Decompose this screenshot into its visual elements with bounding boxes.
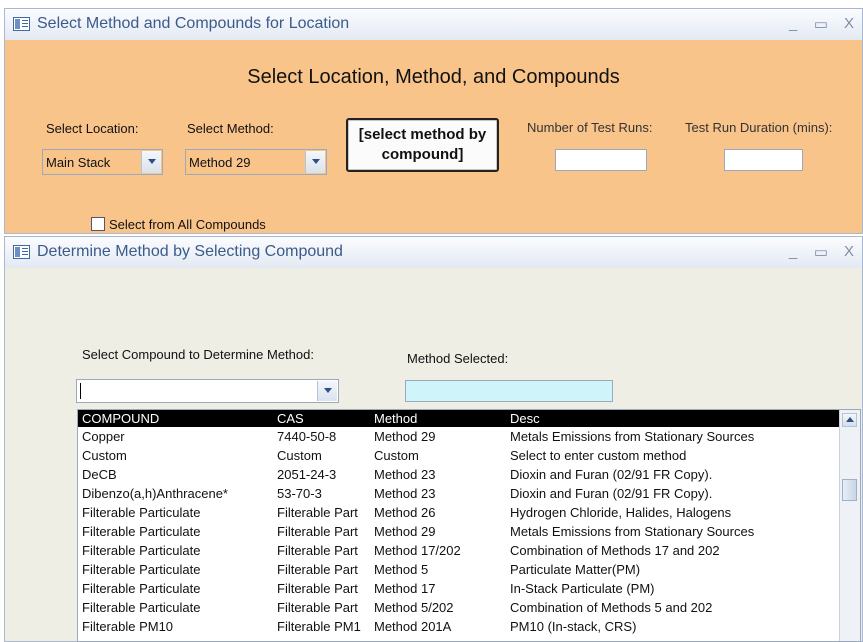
chevron-down-icon[interactable]	[141, 151, 161, 173]
list-cell: Dioxin and Furan (02/91 FR Copy).	[510, 467, 713, 482]
all-compounds-checkbox[interactable]	[91, 217, 105, 231]
select-method-label: Select Method:	[187, 121, 274, 136]
list-cell: Custom	[82, 448, 127, 463]
list-item[interactable]: Filterable Particulate Filterable Part Met…	[78, 599, 840, 616]
list-cell: Copper	[82, 429, 125, 444]
window-titlebar[interactable]: Determine Method by Selecting Compound _…	[5, 237, 862, 269]
list-cell: Filterable PM10	[82, 619, 174, 634]
form-icon	[13, 245, 30, 259]
location-select[interactable]: Main Stack	[42, 149, 163, 175]
method-select[interactable]: Method 29	[185, 149, 327, 175]
list-cell: Filterable Particulate	[82, 524, 201, 539]
list-cell: Method 23	[374, 467, 436, 482]
list-item[interactable]: Custom Custom Custom Select to enter custom…	[78, 447, 840, 464]
scroll-up-icon[interactable]	[842, 413, 857, 427]
list-cell: Hydrogen Chloride, Halides, Halogens	[510, 505, 732, 520]
window-titlebar[interactable]: Select Method and Compounds for Location…	[5, 9, 862, 41]
list-cell: Filterable PM1	[277, 619, 361, 634]
maximize-button[interactable]: ▭	[812, 15, 830, 33]
close-button[interactable]: X	[840, 15, 858, 32]
list-cell: Combination of Methods 17 and 202	[510, 543, 720, 558]
column-header: COMPOUND	[82, 411, 160, 426]
list-cell: Custom	[277, 448, 322, 463]
duration-input[interactable]	[724, 149, 803, 171]
list-cell: Metals Emissions from Stationary Sources	[510, 429, 755, 444]
list-cell: 53-70-3	[277, 486, 322, 501]
chevron-down-icon[interactable]	[305, 151, 325, 173]
duration-label: Test Run Duration (mins):	[685, 120, 833, 135]
list-cell: 2051-24-3	[277, 467, 337, 482]
list-cell: Filterable Part	[277, 581, 358, 596]
list-cell: Particulate Matter(PM)	[510, 562, 641, 577]
list-cell: Filterable Part	[277, 505, 358, 520]
list-cell: Method 201A	[374, 619, 452, 634]
list-cell: Method 5	[374, 562, 429, 577]
list-cell: Filterable Particulate	[82, 581, 201, 596]
list-item[interactable]: Filterable Particulate Filterable Part Met…	[78, 504, 840, 521]
list-item[interactable]: Filterable Particulate Filterable Part Met…	[78, 580, 840, 597]
list-cell: Filterable Particulate	[82, 562, 201, 577]
test-runs-label: Number of Test Runs:	[527, 120, 653, 135]
list-item[interactable]: DeCB 2051-24-3 Method 23 Dioxin and Furan …	[78, 466, 840, 483]
list-cell: Filterable Part	[277, 562, 358, 577]
select-method-by-compound-button[interactable]: [select method by compound]	[346, 118, 499, 172]
list-cell: Method 17/202	[374, 543, 461, 558]
list-cell: Filterable Particulate	[82, 505, 201, 520]
vertical-scrollbar[interactable]	[839, 410, 860, 641]
text-cursor	[80, 383, 81, 399]
list-cell: Metals Emissions from Stationary Sources	[510, 524, 755, 539]
list-cell: Combination of Methods 5 and 202	[510, 600, 713, 615]
window-title: Determine Method by Selecting Compound	[37, 243, 343, 260]
list-cell: Method 29	[374, 524, 436, 539]
list-cell: Method 5/202	[374, 600, 454, 615]
method-selected-field[interactable]	[405, 380, 613, 402]
list-cell: Custom	[374, 448, 419, 463]
select-location-label: Select Location:	[46, 121, 139, 136]
form-heading: Select Location, Method, and Compounds	[247, 66, 620, 88]
scroll-thumb[interactable]	[842, 479, 857, 501]
maximize-button[interactable]: ▭	[812, 243, 830, 261]
list-header: COMPOUND CAS Method Desc	[78, 410, 840, 427]
list-cell: Filterable Part	[277, 524, 358, 539]
list-cell: Method 17	[374, 581, 436, 596]
list-cell: Filterable Particulate	[82, 543, 201, 558]
select-compound-label: Select Compound to Determine Method:	[82, 347, 314, 362]
list-cell: Method 23	[374, 486, 436, 501]
list-cell: Filterable Particulate	[82, 600, 201, 615]
method-selected-label: Method Selected:	[407, 351, 509, 366]
method-value: Method 29	[189, 155, 251, 170]
minimize-button[interactable]: _	[784, 15, 802, 32]
list-item[interactable]: Filterable Particulate Filterable Part Met…	[78, 542, 840, 559]
test-runs-input[interactable]	[555, 149, 647, 171]
list-cell: Filterable Part	[277, 600, 358, 615]
list-item[interactable]: Filterable Particulate Filterable Part Met…	[78, 561, 840, 578]
window-title: Select Method and Compounds for Location	[37, 15, 350, 32]
compound-list[interactable]: COMPOUND CAS Method Desc Copper 7440-50-8…	[77, 409, 861, 642]
list-cell: Filterable Part	[277, 543, 358, 558]
list-cell: PM10 (In-stack, CRS)	[510, 619, 637, 634]
location-value: Main Stack	[46, 155, 111, 170]
minimize-button[interactable]: _	[784, 243, 802, 260]
column-header: CAS	[277, 411, 304, 426]
chevron-down-icon[interactable]	[317, 381, 337, 401]
list-item[interactable]: Filterable PM10 Filterable PM1 Method 201A…	[78, 618, 840, 635]
list-item[interactable]: Filterable Particulate Filterable Part Met…	[78, 523, 840, 540]
list-item[interactable]: Dibenzo(a,h)Anthracene* 53-70-3 Method 23 …	[78, 485, 840, 502]
close-button[interactable]: X	[840, 243, 858, 260]
all-compounds-label: Select from All Compounds	[109, 217, 266, 232]
column-header: Desc	[510, 411, 540, 426]
list-item[interactable]: Copper 7440-50-8 Method 29 Metals Emissions…	[78, 428, 840, 445]
list-cell: Select to enter custom method	[510, 448, 687, 463]
column-header: Method	[374, 411, 418, 426]
list-cell: Method 26	[374, 505, 436, 520]
location-method-window: Select Method and Compounds for Location…	[4, 8, 863, 234]
list-cell: Method 29	[374, 429, 436, 444]
form-icon	[13, 17, 30, 31]
list-cell: DeCB	[82, 467, 117, 482]
list-cell: 7440-50-8	[277, 429, 337, 444]
list-cell: Dibenzo(a,h)Anthracene*	[82, 486, 228, 501]
compound-combobox[interactable]	[76, 379, 339, 403]
list-cell: In-Stack Particulate (PM)	[510, 581, 655, 596]
list-cell: Dioxin and Furan (02/91 FR Copy).	[510, 486, 713, 501]
